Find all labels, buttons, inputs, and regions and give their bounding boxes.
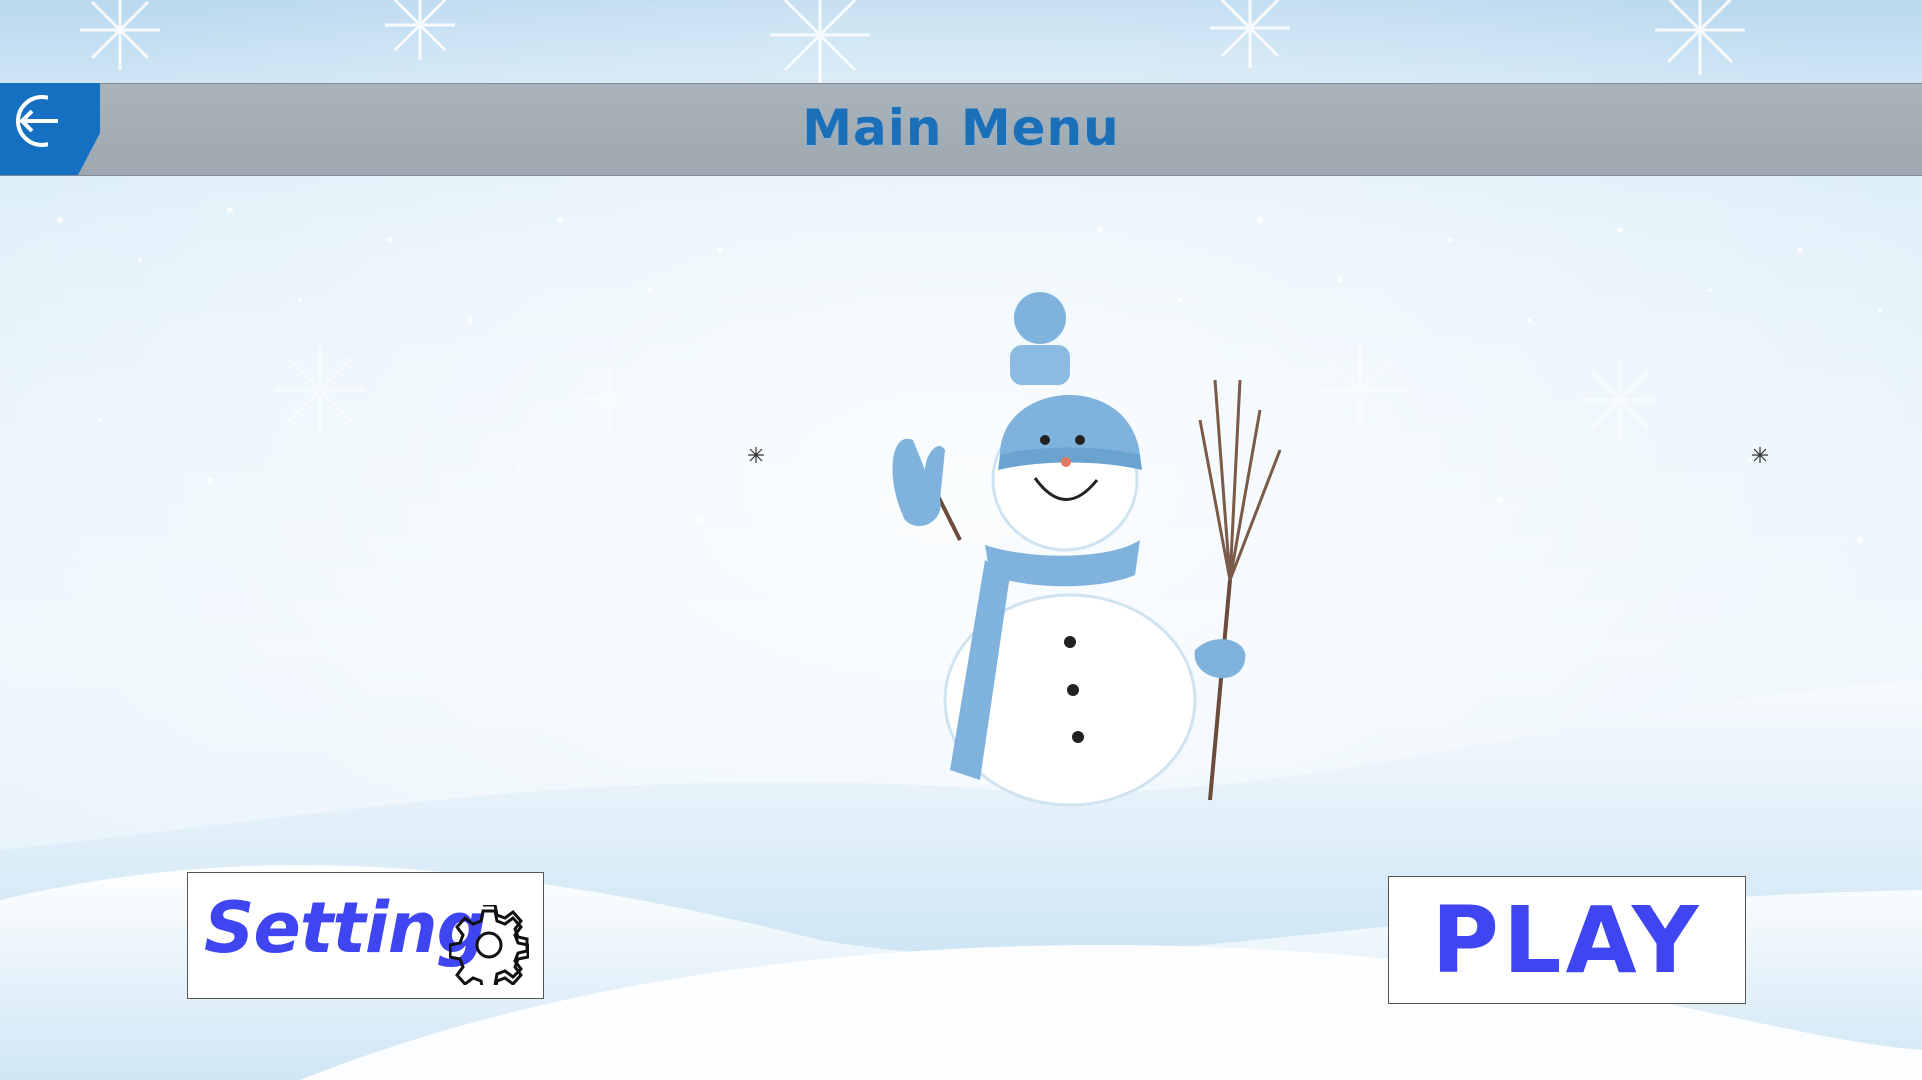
- page-title: Main Menu: [802, 99, 1120, 157]
- gear-icon: [449, 905, 529, 985]
- setting-label: Setting: [204, 887, 487, 969]
- setting-button[interactable]: Setting: [187, 872, 544, 999]
- back-button[interactable]: [0, 83, 100, 175]
- play-label: PLAY: [1431, 887, 1703, 994]
- exit-arrow-icon: [0, 83, 100, 175]
- play-button[interactable]: PLAY: [1388, 876, 1746, 1004]
